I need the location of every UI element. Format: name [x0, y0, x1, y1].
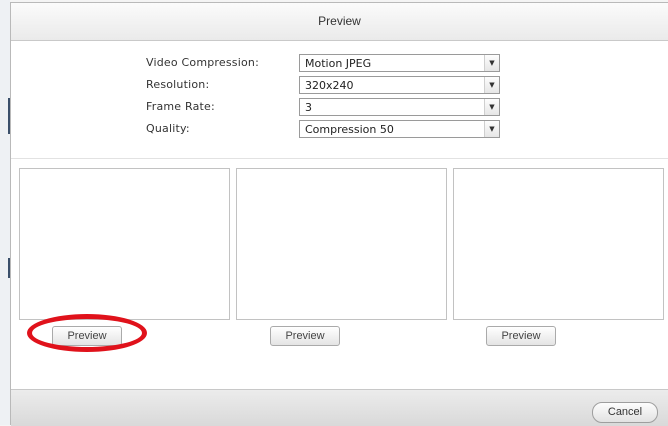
- setting-row-resolution: Resolution: 320x240 ▼: [11, 76, 668, 96]
- preview-panel-3: [453, 168, 664, 320]
- preview-panel-2: [236, 168, 447, 320]
- resolution-select[interactable]: 320x240 ▼: [299, 76, 500, 94]
- setting-row-frame-rate: Frame Rate: 3 ▼: [11, 98, 668, 118]
- preview-panel-1: [19, 168, 230, 320]
- quality-label: Quality:: [146, 122, 190, 135]
- video-compression-label: Video Compression:: [146, 56, 259, 69]
- section-divider: [11, 158, 668, 159]
- frame-rate-select[interactable]: 3 ▼: [299, 98, 500, 116]
- chevron-down-icon[interactable]: ▼: [484, 99, 499, 115]
- frame-rate-value: 3: [305, 101, 312, 114]
- setting-row-video-compression: Video Compression: Motion JPEG ▼: [11, 54, 668, 74]
- resolution-label: Resolution:: [146, 78, 210, 91]
- dialog-title: Preview: [11, 3, 668, 41]
- quality-select[interactable]: Compression 50 ▼: [299, 120, 500, 138]
- dialog-footer: Cancel: [11, 389, 668, 426]
- video-compression-select[interactable]: Motion JPEG ▼: [299, 54, 500, 72]
- preview-dialog: Preview Video Compression: Motion JPEG ▼…: [10, 2, 668, 426]
- cancel-button[interactable]: Cancel: [592, 402, 658, 423]
- preview-button-2[interactable]: Preview: [270, 326, 340, 346]
- frame-rate-label: Frame Rate:: [146, 100, 215, 113]
- background-window-edge: [0, 0, 10, 425]
- chevron-down-icon[interactable]: ▼: [484, 121, 499, 137]
- preview-button-1[interactable]: Preview: [52, 326, 122, 346]
- quality-value: Compression 50: [305, 123, 394, 136]
- chevron-down-icon[interactable]: ▼: [484, 77, 499, 93]
- resolution-value: 320x240: [305, 79, 354, 92]
- preview-button-3[interactable]: Preview: [486, 326, 556, 346]
- video-compression-value: Motion JPEG: [305, 57, 372, 70]
- chevron-down-icon[interactable]: ▼: [484, 55, 499, 71]
- setting-row-quality: Quality: Compression 50 ▼: [11, 120, 668, 140]
